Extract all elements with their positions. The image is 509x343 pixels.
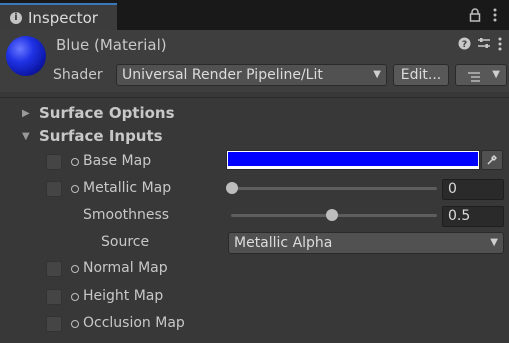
metallic-map-texture-slot[interactable]	[46, 181, 62, 197]
info-icon: i	[10, 12, 22, 24]
chevron-down-icon[interactable]: ▼	[22, 131, 30, 142]
list-icon	[467, 69, 481, 89]
normal-map-texture-slot[interactable]	[46, 261, 62, 277]
shader-options-button[interactable]: ▼	[455, 64, 507, 86]
circle-icon	[71, 293, 79, 301]
tab-bar: i Inspector	[0, 0, 509, 30]
smoothness-label: Smoothness	[83, 207, 170, 223]
circle-icon	[71, 158, 79, 166]
edit-shader-button[interactable]: Edit...	[393, 64, 449, 86]
material-preview-sphere	[6, 36, 46, 76]
lock-icon[interactable]	[469, 8, 481, 25]
kebab-menu-icon[interactable]	[492, 8, 498, 25]
chevron-down-icon: ▼	[373, 69, 381, 80]
shader-value: Universal Render Pipeline/Lit	[122, 67, 323, 83]
chevron-down-icon: ▼	[492, 69, 500, 80]
occlusion-map-label: Occlusion Map	[83, 315, 185, 331]
help-icon[interactable]: ?	[458, 37, 471, 54]
shader-dropdown[interactable]: Universal Render Pipeline/Lit ▼	[116, 64, 387, 86]
source-value: Metallic Alpha	[234, 235, 333, 251]
shader-label: Shader	[53, 67, 103, 83]
height-map-texture-slot[interactable]	[46, 289, 62, 305]
metallic-map-label: Metallic Map	[83, 180, 172, 196]
circle-icon	[71, 185, 79, 193]
circle-icon	[71, 320, 79, 328]
preset-icon[interactable]	[477, 37, 491, 54]
metallic-slider[interactable]	[231, 187, 437, 190]
divider	[0, 97, 509, 98]
color-swatch	[228, 152, 478, 166]
circle-icon	[71, 265, 79, 273]
base-map-color-field[interactable]	[226, 150, 480, 170]
occlusion-map-texture-slot[interactable]	[46, 316, 62, 332]
base-map-label: Base Map	[83, 153, 152, 169]
svg-text:?: ?	[462, 40, 467, 50]
metallic-value-field[interactable]: 0	[442, 179, 504, 200]
normal-map-label: Normal Map	[83, 260, 168, 276]
chevron-down-icon: ▼	[490, 237, 498, 248]
source-label: Source	[101, 234, 150, 250]
height-map-label: Height Map	[83, 288, 164, 304]
source-dropdown[interactable]: Metallic Alpha ▼	[228, 232, 504, 254]
smoothness-slider-handle[interactable]	[326, 209, 338, 221]
tab-inspector[interactable]: i Inspector	[0, 3, 117, 30]
base-map-texture-slot[interactable]	[46, 154, 62, 170]
chevron-right-icon[interactable]: ▶	[22, 108, 30, 119]
kebab-menu-icon[interactable]	[497, 37, 503, 55]
eyedropper-button[interactable]	[481, 150, 503, 170]
metallic-slider-handle[interactable]	[226, 182, 238, 194]
foldout-surface-options[interactable]: Surface Options	[39, 104, 175, 122]
foldout-surface-inputs[interactable]: Surface Inputs	[39, 127, 163, 145]
smoothness-value-field[interactable]: 0.5	[442, 206, 504, 227]
material-title: Blue (Material)	[56, 36, 167, 54]
tab-label: Inspector	[28, 9, 98, 27]
